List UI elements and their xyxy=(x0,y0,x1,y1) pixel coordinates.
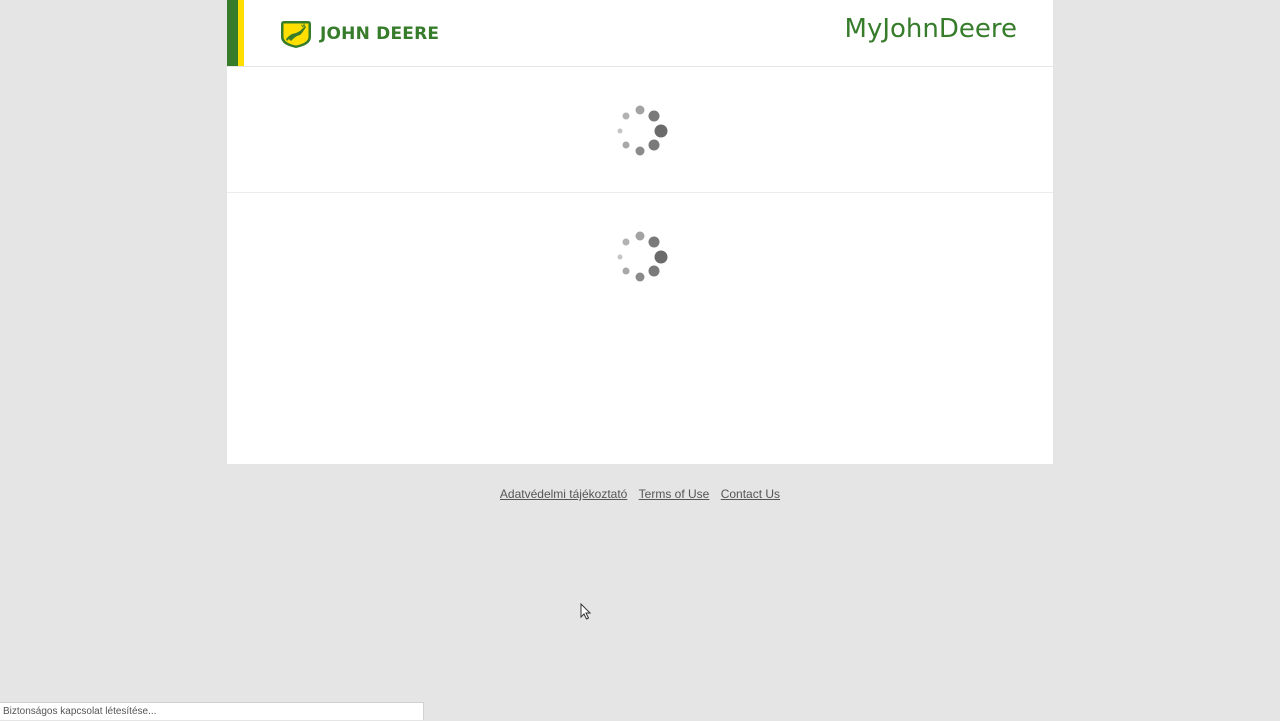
terms-of-use-link[interactable]: Terms of Use xyxy=(639,487,710,501)
brand-stripe-green xyxy=(227,0,238,66)
john-deere-logo[interactable]: JOHN DEERE xyxy=(280,19,439,49)
site-header: JOHN DEERE MyJohnDeere xyxy=(227,0,1053,67)
loading-spinner-icon xyxy=(617,231,668,282)
logo-text: JOHN DEERE xyxy=(320,24,440,44)
loading-section-1 xyxy=(227,67,1053,193)
loading-section-2 xyxy=(227,193,1053,318)
loading-spinner-icon xyxy=(617,105,668,156)
main-panel: JOHN DEERE MyJohnDeere xyxy=(227,0,1053,464)
site-footer: Adatvédelmi tájékoztató Terms of Use Con… xyxy=(0,487,1280,501)
app-title: MyJohnDeere xyxy=(844,14,1017,44)
brand-stripe-yellow xyxy=(238,0,244,66)
mouse-pointer-icon xyxy=(580,603,592,620)
browser-status-bar: Biztonságos kapcsolat létesítése... xyxy=(0,702,424,720)
contact-us-link[interactable]: Contact Us xyxy=(721,487,780,501)
privacy-link[interactable]: Adatvédelmi tájékoztató xyxy=(500,487,627,501)
deer-logo-icon xyxy=(281,21,311,48)
